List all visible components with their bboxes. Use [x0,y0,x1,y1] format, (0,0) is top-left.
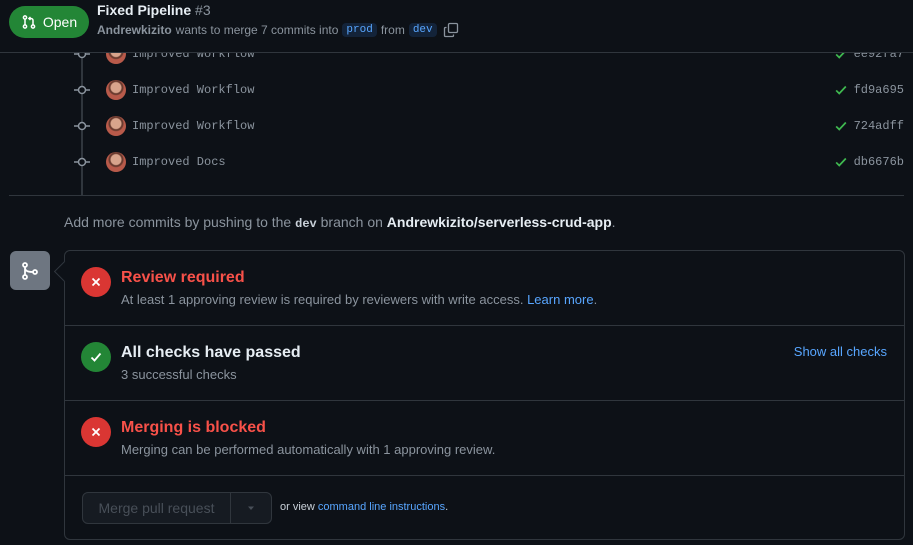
commit-status: 724adff [834,116,904,136]
git-commit-icon [70,80,94,100]
command-line-instructions-link[interactable]: command line instructions [318,501,445,513]
head-branch[interactable]: dev [408,23,437,37]
commit-message[interactable]: Improved Workflow [132,83,254,97]
x-icon [91,427,101,437]
avatar[interactable] [106,116,126,136]
copy-icon[interactable] [443,22,459,38]
status-success-circle [81,342,111,372]
cli-suffix: . [445,501,449,513]
status-error-circle [81,267,111,297]
pr-meta: Andrewkizito wants to merge 7 commits in… [97,22,459,38]
checks-title: All checks have passed [121,344,301,361]
commit-sha[interactable]: 724adff [854,119,904,133]
commit-row: Improved Docs db6676b [70,152,910,172]
commit-sha[interactable]: fd9a695 [854,83,904,97]
commit-row: Improved Workflow 724adff [70,116,910,136]
check-icon[interactable] [834,155,848,169]
status-error-circle [81,417,111,447]
review-required-subtitle: At least 1 approving review is required … [121,292,597,307]
base-branch[interactable]: prod [342,23,377,37]
push-hint-middle: branch on [320,214,383,230]
show-all-checks-link[interactable]: Show all checks [794,344,887,359]
pr-state-label: Open [42,14,78,30]
commit-message[interactable]: Improved Docs [132,155,226,169]
merge-button-group: Merge pull request [82,492,272,524]
pr-author[interactable]: Andrewkizito [97,23,172,37]
review-required-section: Review required At least 1 approving rev… [65,251,904,326]
merging-blocked-section: Merging is blocked Merging can be perfor… [65,401,904,476]
git-commit-icon [70,116,94,136]
git-merge-icon [22,261,38,280]
pr-meta-text: wants to merge 7 commits into [175,23,339,37]
merge-options-dropdown[interactable] [231,493,271,523]
git-pull-request-icon [22,15,36,29]
avatar[interactable] [106,80,126,100]
review-required-title: Review required [121,269,245,286]
merge-box: Review required At least 1 approving rev… [64,250,905,540]
checks-subtitle: 3 successful checks [121,367,237,382]
pr-title-text: Fixed Pipeline [97,2,192,18]
divider [9,195,904,196]
commit-status: db6676b [834,152,904,172]
push-hint-suffix: . [611,214,616,230]
check-icon[interactable] [834,83,848,97]
git-commit-icon [70,152,94,172]
from-text: from [380,23,405,37]
commit-sha[interactable]: db6676b [854,155,904,169]
triangle-down-icon [248,506,254,510]
pr-state-badge: Open [9,6,89,38]
checks-section: All checks have passed 3 successful chec… [65,326,904,401]
commit-row: Improved Workflow fd9a695 [70,80,910,100]
or-view-label: or view [280,501,315,513]
merge-status-icon-box [10,251,50,290]
check-icon [90,352,102,362]
merging-blocked-subtitle: Merging can be performed automatically w… [121,442,496,457]
push-hint-prefix: Add more commits by pushing to the [64,214,292,230]
push-hint: Add more commits by pushing to the dev b… [64,214,616,231]
commit-message[interactable]: Improved Workflow [132,119,254,133]
merging-blocked-title: Merging is blocked [121,419,266,436]
learn-more-suffix: . [593,292,598,307]
pr-title: Fixed Pipeline #3 [97,2,211,18]
merge-pull-request-button[interactable]: Merge pull request [83,493,231,523]
check-icon[interactable] [834,119,848,133]
commit-status: fd9a695 [834,80,904,100]
x-icon [91,277,101,287]
push-hint-branch: dev [295,217,317,231]
pr-header: Open Fixed Pipeline #3 Andrewkizito want… [0,0,913,53]
push-hint-repo[interactable]: Andrewkizito/serverless-crud-app [387,214,612,230]
or-view-text: or view command line instructions. [280,501,448,513]
pr-number: #3 [195,2,211,18]
learn-more-link[interactable]: Learn more [527,292,593,307]
avatar[interactable] [106,152,126,172]
review-required-text: At least 1 approving review is required … [121,292,524,307]
